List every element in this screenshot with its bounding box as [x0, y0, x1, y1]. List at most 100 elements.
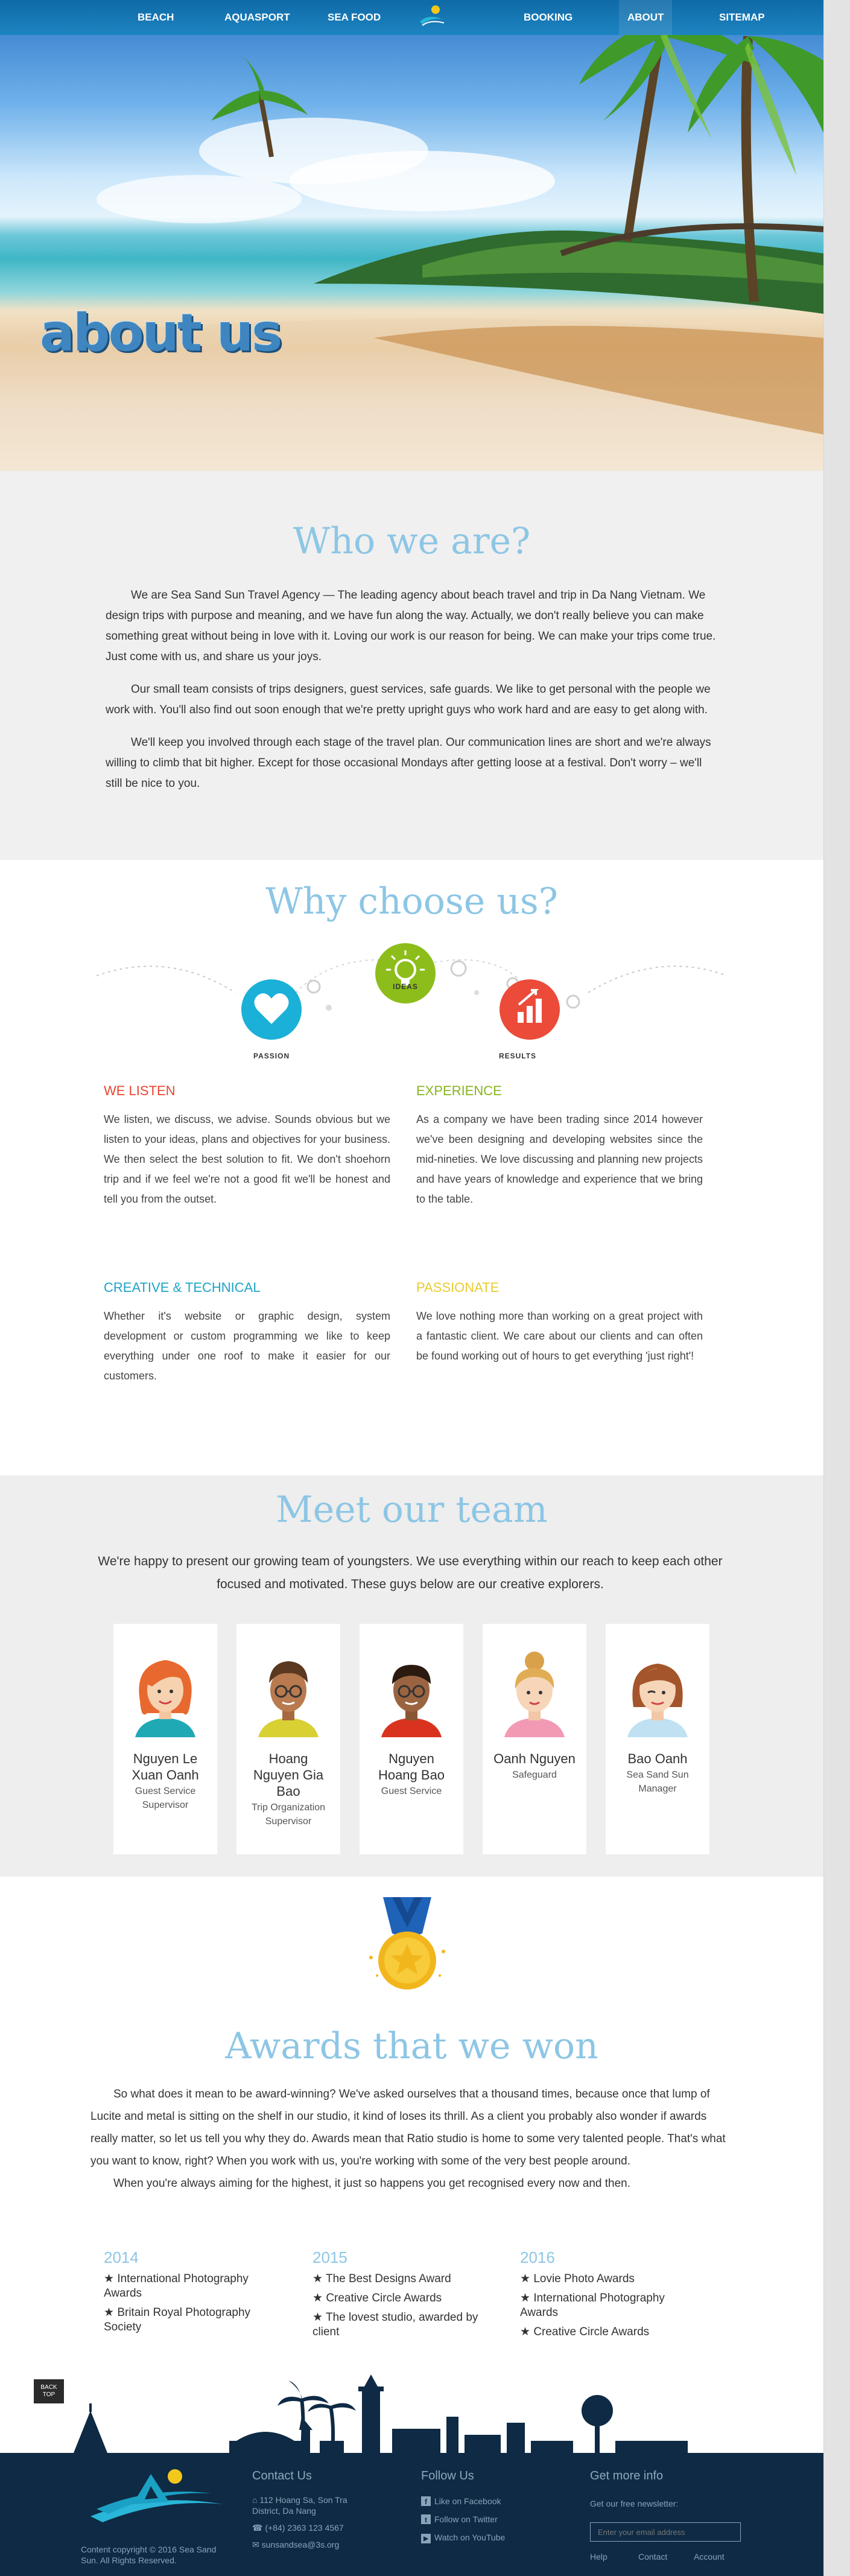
- why-block-text: We listen, we discuss, we advise. Sounds…: [104, 1113, 390, 1205]
- who-paragraph: We are Sea Sand Sun Travel Agency — The …: [106, 589, 716, 663]
- year-label: 2015: [312, 2248, 347, 2266]
- avatar: [627, 1664, 688, 1737]
- award-item: ★ International Photography Awards: [104, 2272, 249, 2300]
- award-item: ★ The Best Designs Award: [312, 2272, 451, 2285]
- team-member-card[interactable]: Hoang Nguyen Gia Bao Trip Organization S…: [236, 1624, 340, 1854]
- passion-icon: [241, 979, 302, 1040]
- year-label: 2014: [104, 2248, 139, 2266]
- member-name: Bao Oanh: [627, 1751, 688, 1766]
- team-intro: We're happy to present our growing team …: [98, 1554, 723, 1591]
- ideas-label: IDEAS: [393, 982, 418, 991]
- newsletter-email-input[interactable]: [590, 2522, 741, 2542]
- team-member-card[interactable]: Nguyen Hoang Bao Guest Service: [360, 1624, 463, 1854]
- why-block-creative: CREATIVE & TECHNICAL Whether it's websit…: [104, 1280, 390, 1386]
- twitter-icon: t: [421, 2514, 431, 2524]
- who-we-are-section: Who we are? We are Sea Sand Sun Travel A…: [0, 471, 823, 860]
- award-item: ★ The lovest studio, awarded by client: [312, 2311, 478, 2338]
- twitter-link[interactable]: t Follow on Twitter: [421, 2514, 498, 2525]
- footer-link-account[interactable]: Account: [694, 2551, 725, 2562]
- award-item: ★ Creative Circle Awards: [312, 2292, 442, 2304]
- facebook-icon: f: [421, 2496, 431, 2506]
- nav-beach[interactable]: BEACH: [138, 0, 174, 35]
- year-label: 2016: [520, 2248, 555, 2266]
- newsletter-label: Get our free newsletter:: [590, 2499, 679, 2508]
- why-title: Why choose us?: [265, 880, 558, 923]
- avatar: [381, 1665, 442, 1737]
- why-block-text: As a company we have been trading since …: [416, 1113, 703, 1205]
- member-role: Guest Service Supervisor: [135, 1786, 196, 1810]
- footer-link-help[interactable]: Help: [590, 2551, 607, 2562]
- top-navigation: BEACH AQUASPORT SEA FOOD BOOKING ABOUT S…: [0, 0, 823, 35]
- youtube-icon: ▶: [421, 2534, 431, 2543]
- why-block-title: WE LISTEN: [104, 1083, 176, 1098]
- why-block-title: CREATIVE & TECHNICAL: [104, 1280, 261, 1295]
- ideas-icon: [375, 943, 436, 1003]
- passion-label: PASSION: [253, 1052, 290, 1060]
- beach-illustration: [0, 17, 823, 471]
- city-skyline-illustration: [0, 2374, 823, 2459]
- member-role: Guest Service: [381, 1786, 442, 1796]
- hero-banner: about us: [0, 0, 823, 471]
- awards-year-2016: 2016 ★ Lovie Photo Awards ★ Internationa…: [520, 2248, 701, 2344]
- team-title: Meet our team: [276, 1489, 548, 1531]
- nav-about[interactable]: ABOUT: [619, 0, 673, 35]
- why-choose-us-section: Why choose us? PASSION IDEAS RESULTS WE …: [0, 860, 823, 1475]
- contact-address: ⌂ 112 Hoang Sa, Son Tra District, Da Nan…: [252, 2495, 347, 2516]
- member-name: Oanh Nguyen: [493, 1751, 576, 1766]
- why-block-text: We love nothing more than working on a g…: [416, 1310, 703, 1362]
- follow-title: Follow Us: [421, 2469, 474, 2482]
- youtube-link[interactable]: ▶ Watch on YouTube: [421, 2532, 505, 2543]
- results-label: RESULTS: [498, 1052, 537, 1060]
- member-role: Safeguard: [512, 1770, 557, 1780]
- team-member-card[interactable]: Bao Oanh Sea Sand Sun Manager: [606, 1624, 709, 1854]
- member-name: Nguyen Hoang Bao: [378, 1751, 445, 1783]
- why-block-title: PASSIONATE: [416, 1280, 500, 1295]
- nav-aquasport[interactable]: AQUASPORT: [224, 0, 290, 35]
- facebook-link[interactable]: f Like on Facebook: [421, 2496, 501, 2507]
- avatar: [504, 1652, 565, 1737]
- award-item: ★ International Photography Awards: [520, 2292, 665, 2319]
- member-role: Trip Organization Supervisor: [251, 1802, 326, 1827]
- nav-sitemap[interactable]: SITEMAP: [719, 0, 765, 35]
- medal-icon: [369, 1897, 445, 1989]
- who-paragraph: We'll keep you involved through each sta…: [106, 736, 711, 790]
- avatar: [258, 1661, 319, 1737]
- results-icon: [500, 979, 560, 1040]
- footer-logo: [90, 2469, 223, 2522]
- why-block-listen: WE LISTEN We listen, we discuss, we advi…: [104, 1083, 390, 1209]
- contact-title: Contact Us: [252, 2469, 312, 2482]
- footer: Content copyright © 2016 Sea Sand Sun. A…: [0, 2456, 823, 2576]
- copyright-text: Content copyright © 2016 Sea Sand Sun. A…: [81, 2545, 217, 2565]
- member-name: Hoang Nguyen Gia Bao: [253, 1751, 324, 1799]
- member-role: Sea Sand Sun Manager: [626, 1770, 689, 1794]
- team-member-card[interactable]: Oanh Nguyen Safeguard: [483, 1624, 586, 1854]
- why-block-passionate: PASSIONATE We love nothing more than wor…: [416, 1280, 703, 1366]
- awards-title: Awards that we won: [225, 2025, 598, 2067]
- awards-year-2015: 2015 ★ The Best Designs Award ★ Creative…: [312, 2248, 493, 2344]
- award-item: ★ Britain Royal Photography Society: [104, 2306, 251, 2333]
- why-icons-graphic: [97, 943, 727, 1040]
- awards-paragraph: So what does it mean to be award-winning…: [90, 2088, 726, 2167]
- award-item: ★ Lovie Photo Awards: [520, 2272, 635, 2285]
- more-info-title: Get more info: [590, 2469, 664, 2482]
- why-block-experience: EXPERIENCE As a company we have been tra…: [416, 1083, 703, 1209]
- contact-phone: ☎ (+84) 2363 123 4567: [252, 2523, 344, 2533]
- scrollbar[interactable]: [823, 0, 850, 2576]
- footer-link-contact[interactable]: Contact: [638, 2551, 667, 2562]
- awards-year-2014: 2014 ★ International Photography Awards …: [104, 2248, 285, 2339]
- awards-section: Awards that we won So what does it mean …: [0, 1877, 823, 2396]
- hero-title: about us: [40, 303, 282, 363]
- back-to-top-button[interactable]: BACK TOP: [34, 2379, 64, 2403]
- meet-our-team-section: Meet our team We're happy to present our…: [0, 1475, 823, 1877]
- nav-booking[interactable]: BOOKING: [524, 0, 572, 35]
- award-item: ★ Creative Circle Awards: [520, 2326, 650, 2338]
- why-block-text: Whether it's website or graphic design, …: [104, 1310, 390, 1382]
- nav-seafood[interactable]: SEA FOOD: [328, 0, 381, 35]
- team-member-card[interactable]: Nguyen Le Xuan Oanh Guest Service Superv…: [113, 1624, 217, 1854]
- awards-paragraph: When you're always aiming for the highes…: [113, 2177, 631, 2190]
- who-paragraph: Our small team consists of trips designe…: [106, 683, 711, 716]
- contact-email[interactable]: ✉ sunsandsea@3s.org: [252, 2539, 373, 2550]
- who-title: Who we are?: [293, 520, 531, 562]
- member-name: Nguyen Le Xuan Oanh: [132, 1751, 199, 1783]
- logo-icon[interactable]: [416, 1, 446, 31]
